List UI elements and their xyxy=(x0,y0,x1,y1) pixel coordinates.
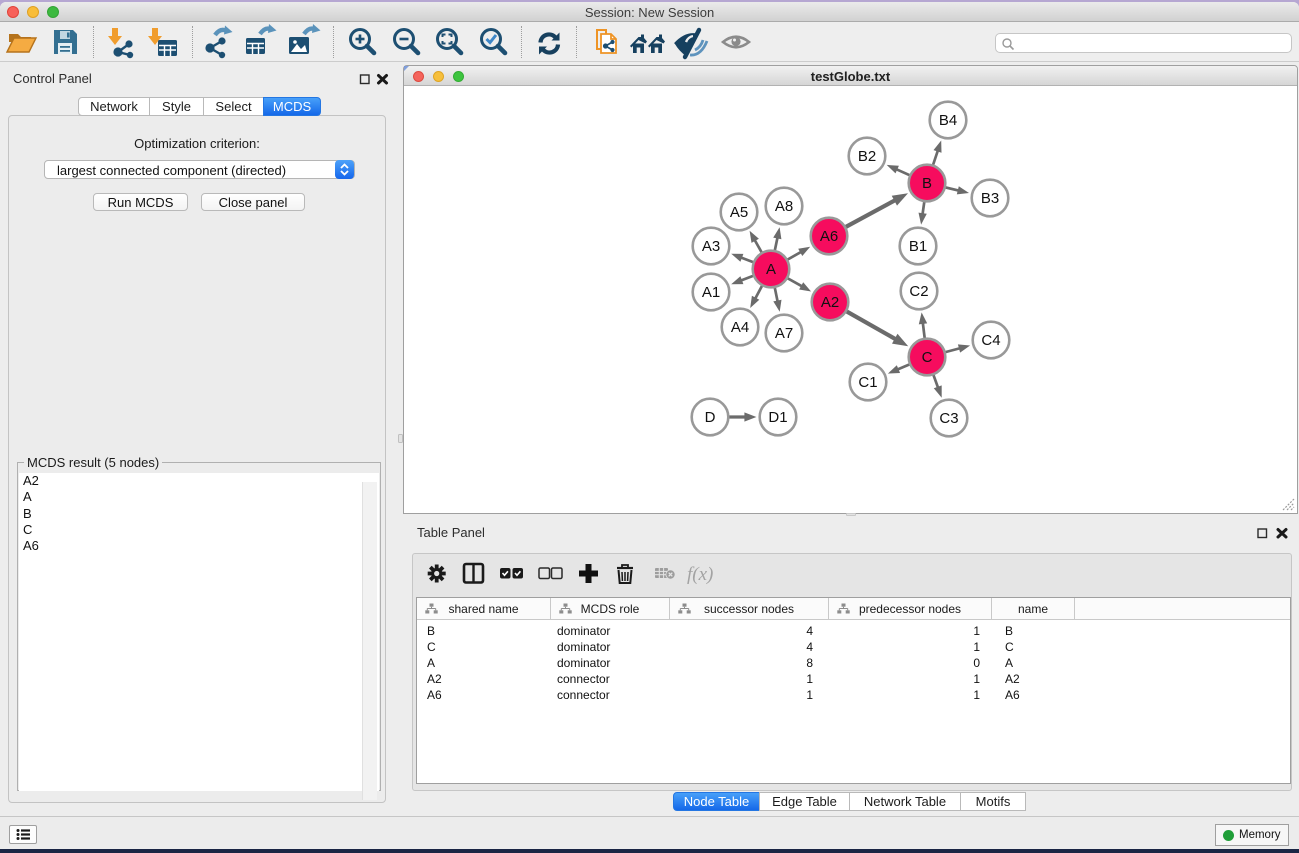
svg-text:C2: C2 xyxy=(909,283,928,300)
svg-text:f(x): f(x) xyxy=(687,564,713,585)
svg-text:B4: B4 xyxy=(939,112,957,129)
svg-text:A6: A6 xyxy=(820,228,838,245)
svg-text:A4: A4 xyxy=(731,319,749,336)
svg-text:C1: C1 xyxy=(858,374,877,391)
svg-text:A: A xyxy=(766,261,776,278)
svg-text:A8: A8 xyxy=(775,198,793,215)
svg-text:B2: B2 xyxy=(858,148,876,165)
svg-text:B3: B3 xyxy=(981,190,999,207)
svg-text:A5: A5 xyxy=(730,204,748,221)
svg-text:A3: A3 xyxy=(702,238,720,255)
svg-text:C4: C4 xyxy=(981,332,1000,349)
svg-text:D1: D1 xyxy=(768,409,787,426)
svg-text:D: D xyxy=(705,409,716,426)
svg-text:A7: A7 xyxy=(775,325,793,342)
svg-text:C: C xyxy=(922,349,933,366)
svg-text:B: B xyxy=(922,175,932,192)
svg-text:A1: A1 xyxy=(702,284,720,301)
svg-text:C3: C3 xyxy=(939,410,958,427)
svg-text:B1: B1 xyxy=(909,238,927,255)
svg-text:A2: A2 xyxy=(821,294,839,311)
